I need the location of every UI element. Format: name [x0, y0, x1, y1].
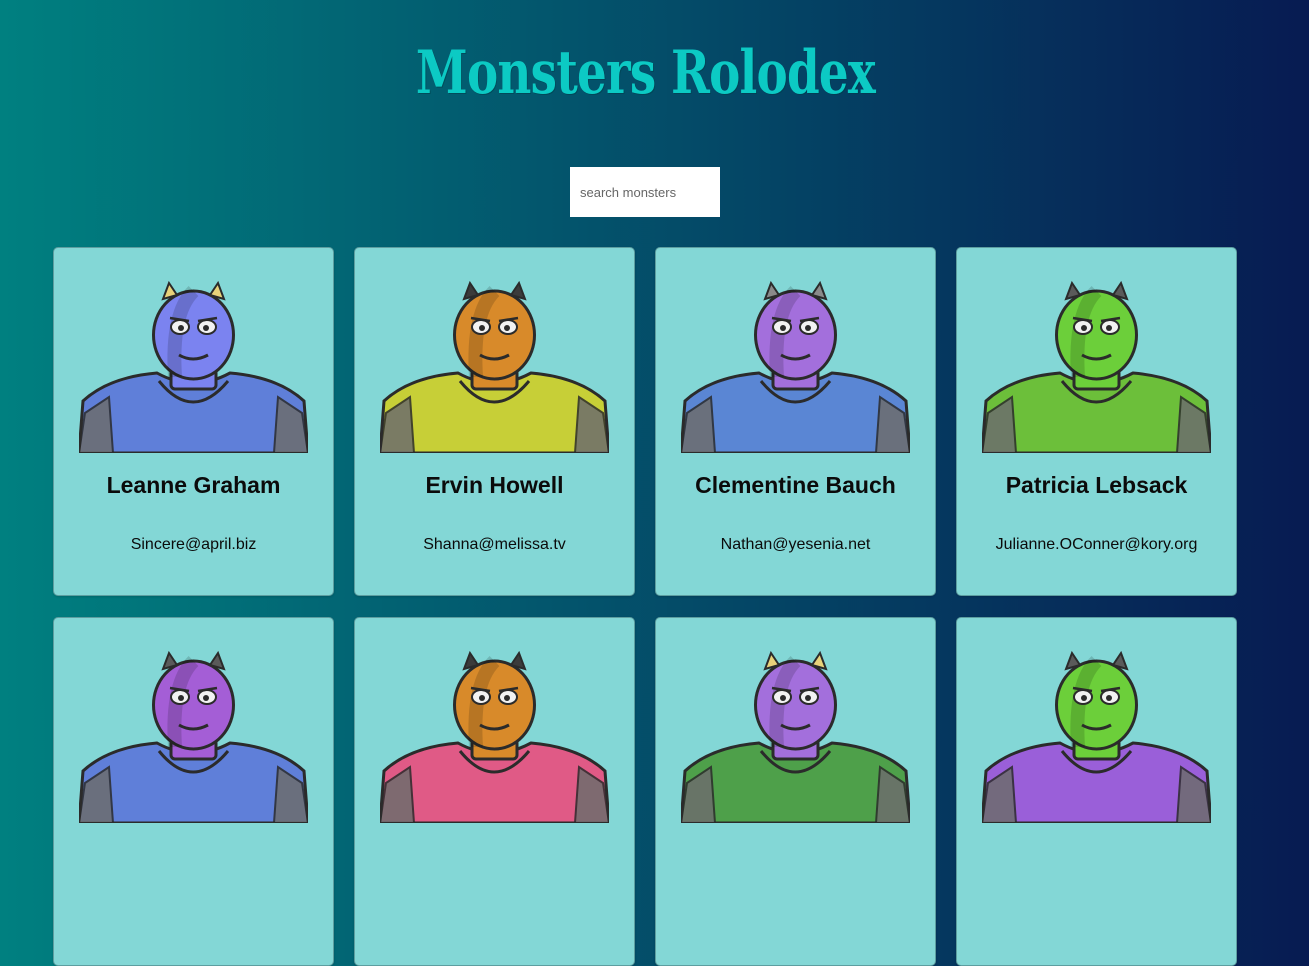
monster-email: Nathan@yesenia.net: [720, 536, 871, 553]
monster-name: Leanne Graham: [106, 472, 281, 498]
monster-card[interactable]: Ervin Howell Shanna@melissa.tv: [354, 247, 635, 596]
monster-card[interactable]: Leanne Graham Sincere@april.biz: [53, 247, 334, 596]
monster-email: Julianne.OConner@kory.org: [995, 536, 1198, 553]
monster-card[interactable]: [354, 617, 635, 966]
monster-email: Shanna@melissa.tv: [423, 536, 566, 553]
search-input[interactable]: [570, 167, 720, 217]
page-title: Monsters Rolodex: [415, 38, 876, 108]
green-helmet-monster-icon: [982, 280, 1211, 453]
monster-card[interactable]: [956, 617, 1237, 966]
monster-card[interactable]: Patricia Lebsack Julianne.OConner@kory.o…: [956, 247, 1237, 596]
monster-card[interactable]: [655, 617, 936, 966]
monster-card[interactable]: Clementine Bauch Nathan@yesenia.net: [655, 247, 936, 596]
monster-name: Clementine Bauch: [695, 472, 896, 498]
monster-name: Ervin Howell: [425, 472, 564, 498]
horned-purple-monster-icon: [681, 650, 910, 823]
monster-card[interactable]: [53, 617, 334, 966]
antenna-orange-monster-icon: [380, 650, 609, 823]
purple-cyclops-robot-monster-icon: [681, 280, 910, 453]
orange-spiky-monster-icon: [380, 280, 609, 453]
purple-armored-monster-icon: [79, 650, 308, 823]
monster-email: Sincere@april.biz: [130, 536, 257, 553]
monster-name: Patricia Lebsack: [1005, 472, 1188, 498]
horned-blue-monster-icon: [79, 280, 308, 453]
green-robot-monster-icon: [982, 650, 1211, 823]
